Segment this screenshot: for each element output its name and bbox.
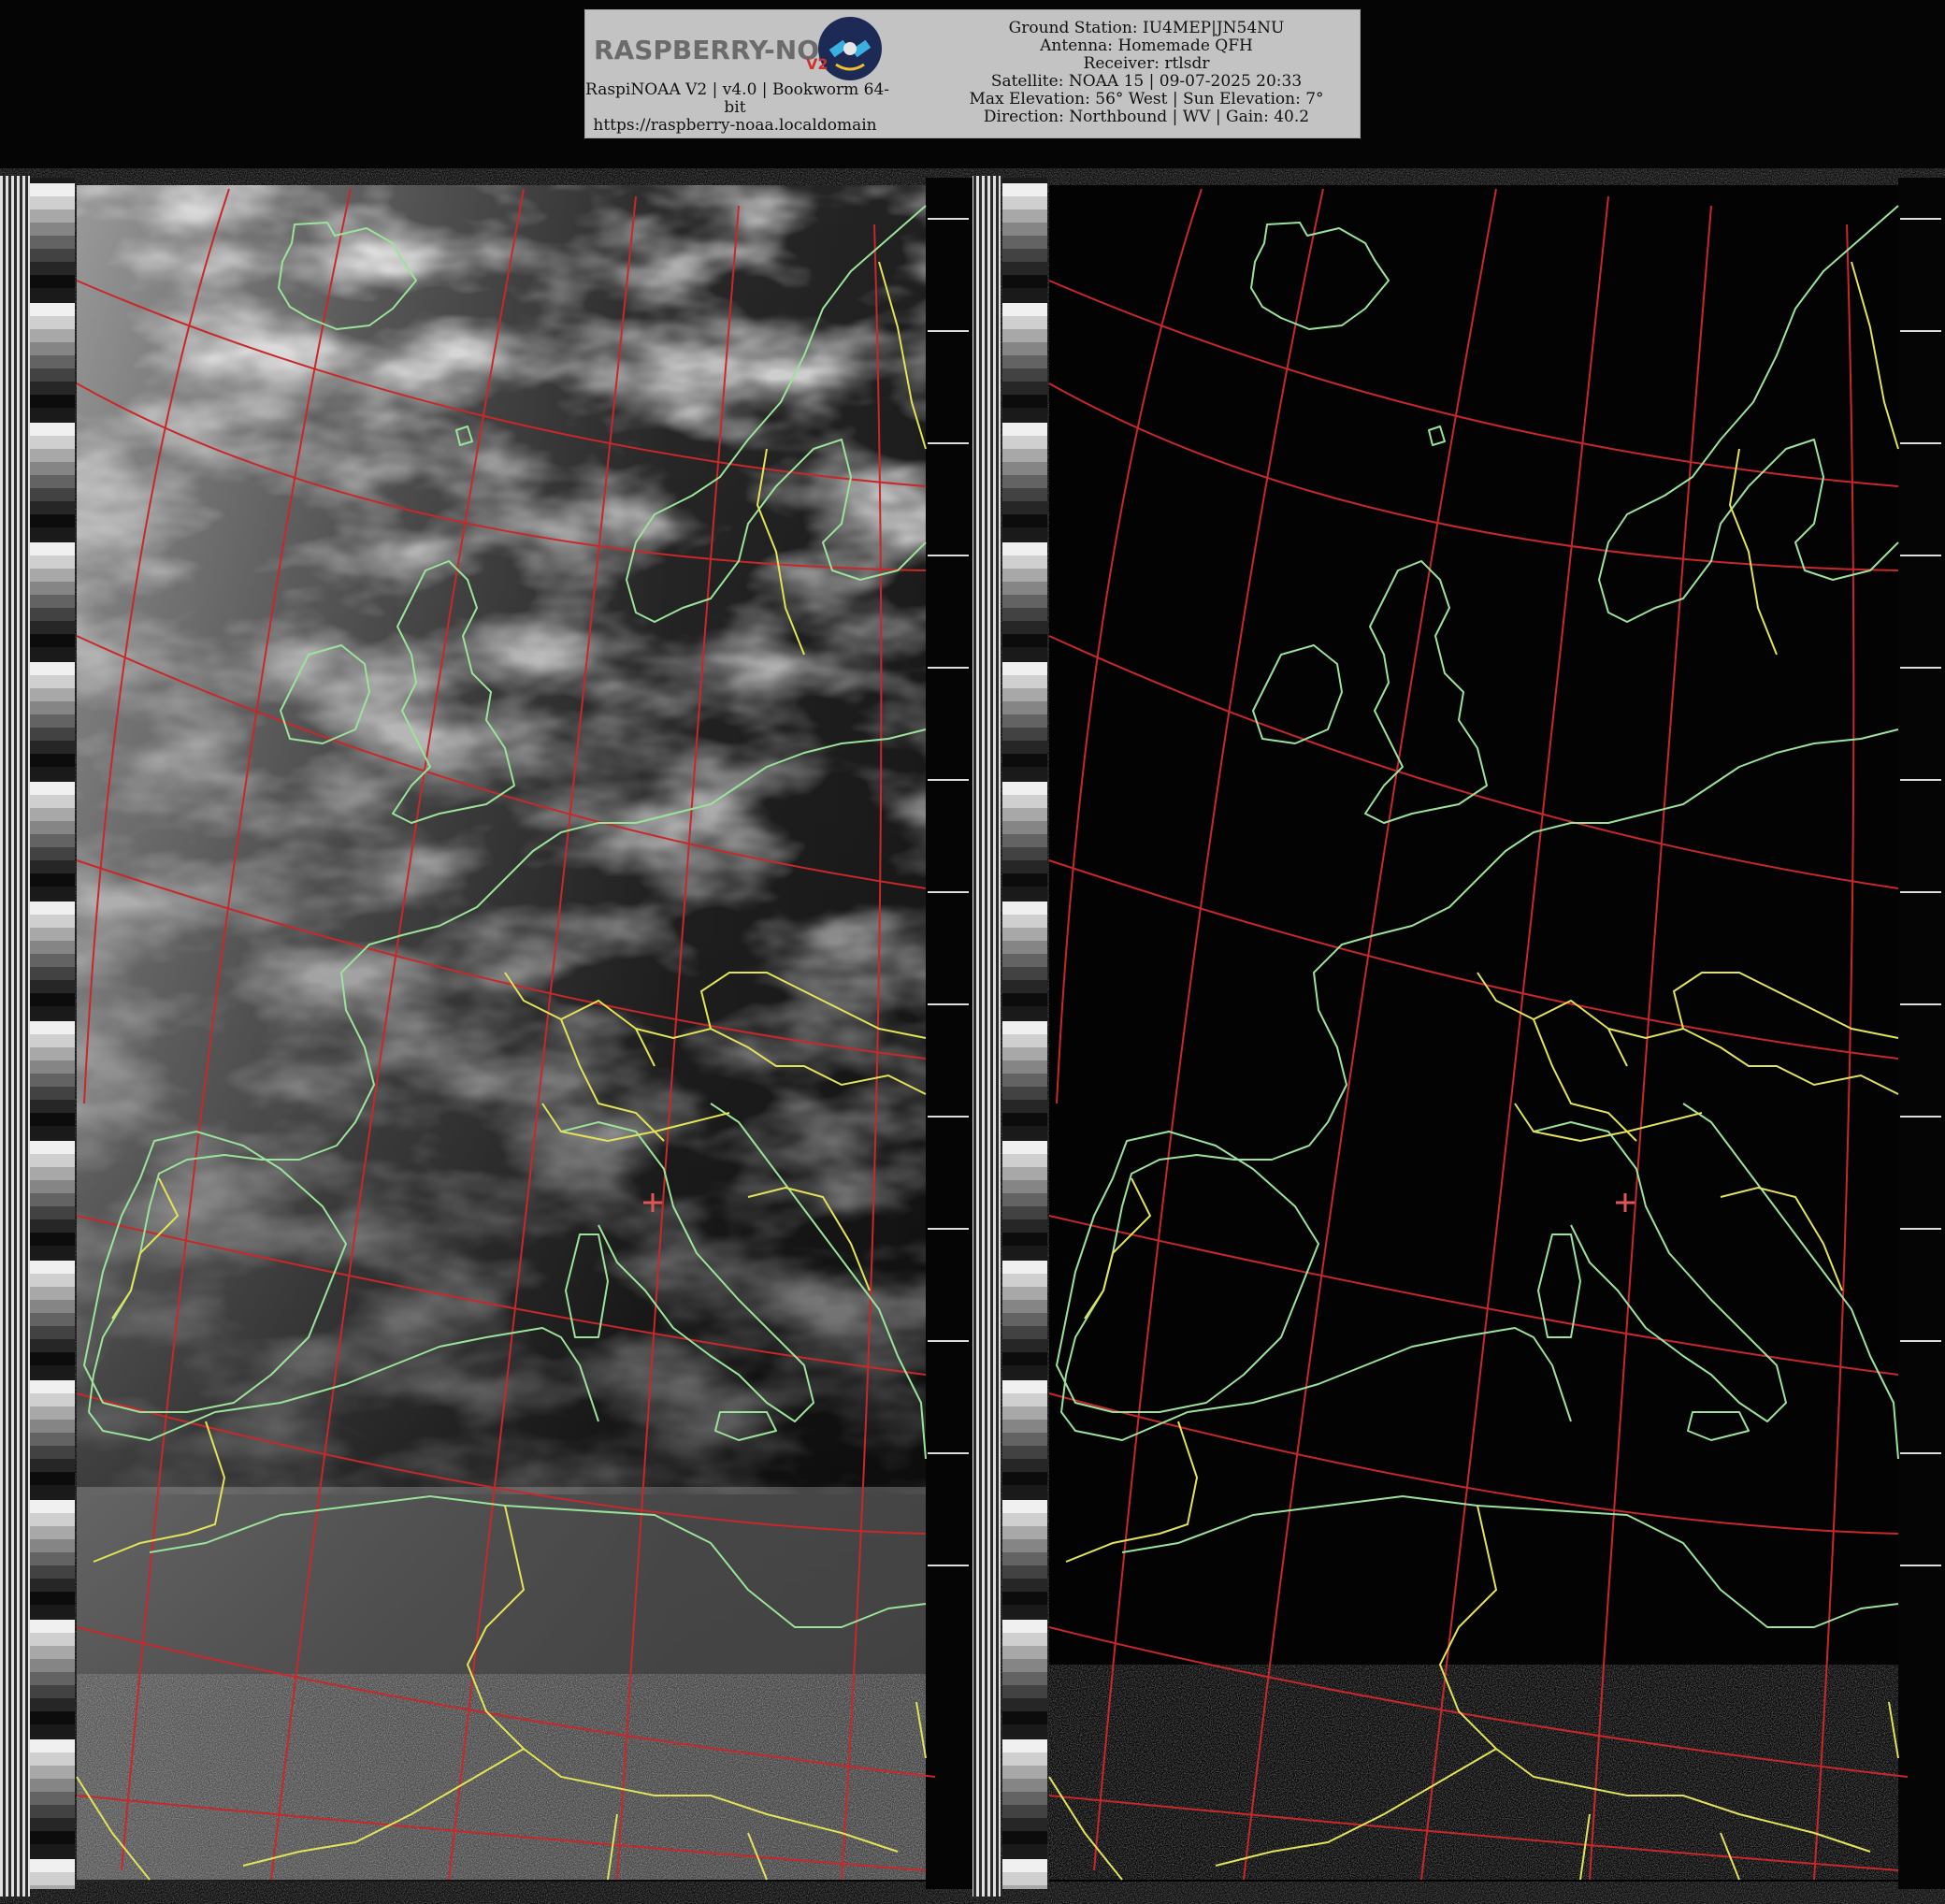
- direction-info: Direction: Northbound | WV | Gain: 40.2: [983, 108, 1310, 126]
- station-url: https://raspberry-noaa.localdomain: [593, 116, 877, 135]
- antenna-info: Antenna: Homemade QFH: [1040, 36, 1253, 55]
- software-version-cont: bit: [724, 98, 746, 117]
- software-info: RaspiNOAA V2 | v4.0 | Bookworm 64- bit h…: [585, 80, 890, 135]
- apt-satellite-image: [0, 168, 1945, 1904]
- logo-version-badge: V2: [806, 55, 828, 73]
- ground-station: Ground Station: IU4MEP|JN54NU: [1008, 19, 1285, 37]
- pass-info: Ground Station: IU4MEP|JN54NU Antenna: H…: [941, 20, 1352, 126]
- infrared-channel-panel: [1002, 178, 1945, 1889]
- receiver-info: Receiver: rtlsdr: [1083, 54, 1210, 73]
- elevation-info: Max Elevation: 56° West | Sun Elevation:…: [969, 90, 1324, 108]
- satellite-info: Satellite: NOAA 15 | 09-07-2025 20:33: [990, 72, 1303, 91]
- caption-panel: RASPBERRY-NOAA V2 RaspiNOAA V2 | v4.0 | …: [584, 9, 1361, 138]
- software-version: RaspiNOAA V2 | v4.0 | Bookworm 64-: [585, 80, 890, 99]
- visible-channel-panel: [0, 176, 1001, 1897]
